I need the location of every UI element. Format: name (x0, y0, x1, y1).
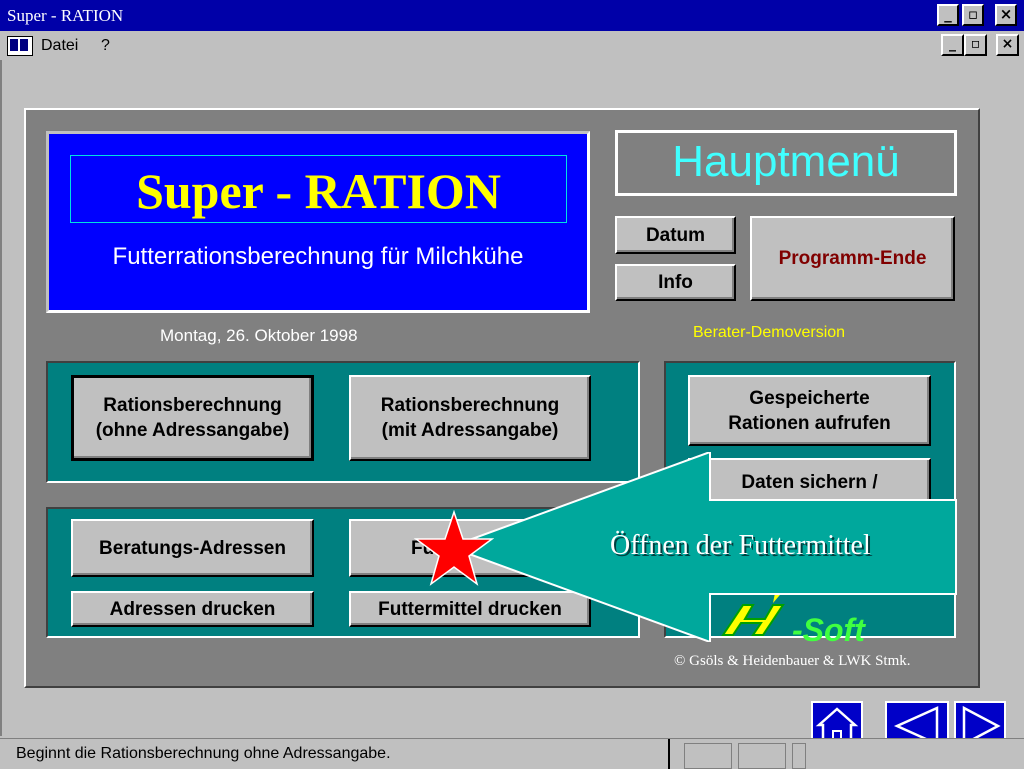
current-date: Montag, 26. Oktober 1998 (160, 326, 358, 345)
app-subtitle: Futterrationsberechnung für Milchkühe (112, 243, 524, 270)
datum-button[interactable]: Datum (615, 216, 736, 254)
star-icon (414, 510, 494, 586)
menu-bar: Datei ? (0, 31, 1024, 60)
gespeicherte-line1: Gespeicherte (749, 387, 870, 409)
rationsberechnung-ohne-adresse-button[interactable]: Rationsberechnung (ohne Adressangabe) (71, 375, 314, 461)
info-button[interactable]: Info (615, 264, 736, 301)
maximize-button[interactable]: ▫ (962, 4, 984, 26)
rationsberechnung-mit-adresse-button[interactable]: Rationsberechnung (mit Adressangabe) (349, 375, 591, 461)
copyright-text: © Gsöls & Heidenbauer & LWK Stmk. (674, 653, 911, 669)
status-text: Beginnt die Rationsberechnung ohne Adres… (16, 745, 391, 762)
ration-mit-line1: Rationsberechnung (380, 395, 560, 416)
ration-mit-line2: (mit Adressangabe) (381, 420, 559, 441)
menu-help[interactable]: ? (101, 31, 110, 60)
close-button[interactable]: × (995, 4, 1017, 26)
mdi-restore-button[interactable]: ▫ (964, 34, 987, 56)
callout-text: Öffnen der Futtermittel (610, 530, 871, 561)
ration-ohne-line1: Rationsberechnung (103, 395, 282, 416)
beratungs-adressen-button[interactable]: Beratungs-Adressen (71, 519, 314, 577)
minimize-button[interactable]: _ (937, 4, 959, 26)
gespeicherte-line2: Rationen aufrufen (728, 412, 891, 434)
gespeicherte-rationen-button[interactable]: Gespeicherte Rationen aufrufen (688, 375, 931, 446)
document-icon[interactable] (7, 36, 33, 56)
adressen-drucken-button[interactable]: Adressen drucken (71, 591, 314, 627)
mdi-close-button[interactable]: × (996, 34, 1019, 56)
menu-title: Hauptmenü (615, 130, 957, 196)
mdi-minimize-button[interactable]: _ (941, 34, 964, 56)
ration-ohne-line2: (ohne Adressangabe) (95, 420, 290, 441)
demo-label: Berater-Demoversion (693, 324, 846, 341)
app-title: Super - RATION (136, 163, 501, 219)
window-title-bar: Super - RATION (0, 0, 1024, 31)
menu-datei[interactable]: Datei (41, 31, 78, 60)
programm-ende-button[interactable]: Programm-Ende (750, 216, 955, 301)
window-title: Super - RATION (7, 6, 124, 25)
